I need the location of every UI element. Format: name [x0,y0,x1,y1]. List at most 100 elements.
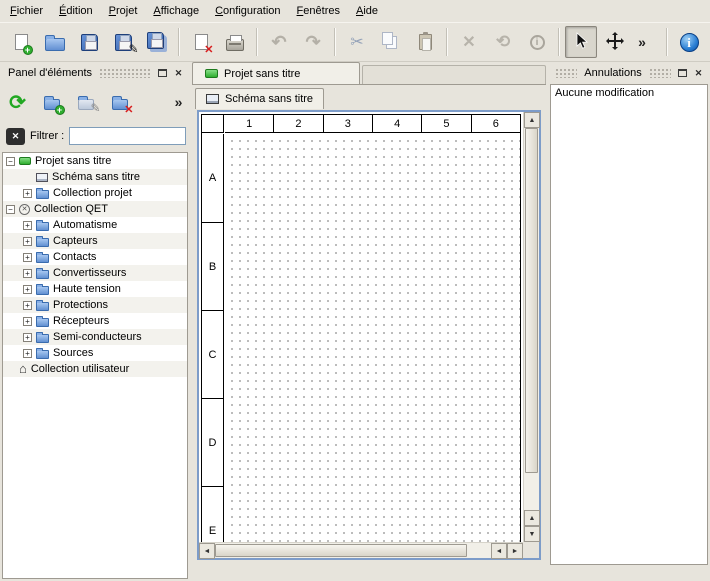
folder-icon [36,286,49,295]
save-button[interactable] [73,26,105,58]
print-icon [226,39,244,51]
scroll-left-button[interactable] [491,543,507,559]
tree-item-capteurs[interactable]: Capteurs [3,233,187,249]
horizontal-scroll-thumb[interactable] [215,544,467,557]
expander-icon[interactable] [23,253,32,262]
workspace: Projet sans titre Schéma sans titre 1 2 [192,62,546,581]
menu-configuration[interactable]: Configuration [207,1,288,21]
delete-element-button[interactable] [104,87,135,118]
pan-mode-button[interactable] [599,26,631,58]
dot-grid[interactable] [225,134,520,542]
menu-fenetres[interactable]: Fenêtres [289,1,348,21]
cut-button[interactable] [341,26,373,58]
copy-button[interactable] [375,26,407,58]
tree-item-label: Collection projet [53,187,132,199]
open-file-button[interactable] [39,26,71,58]
tree-item-recepteurs[interactable]: Récepteurs [3,313,187,329]
rotate-button[interactable] [487,26,519,58]
tree-item-label: Haute tension [53,283,121,295]
tree-item-sources[interactable]: Sources [3,345,187,361]
element-info-button[interactable] [521,26,553,58]
vertical-scroll-thumb[interactable] [525,128,538,473]
tab-schema-sans-titre[interactable]: Schéma sans titre [195,88,324,109]
filter-input[interactable] [69,127,186,145]
new-file-button[interactable] [5,26,37,58]
float-panel-button[interactable] [155,66,170,80]
diagram-canvas[interactable]: 1 2 3 4 5 6 A B C D E [199,112,523,542]
tree-item-automatisme[interactable]: Automatisme [3,217,187,233]
tree-item-haute-tension[interactable]: Haute tension [3,281,187,297]
tree-item-collection-projet[interactable]: Collection projet [3,185,187,201]
expander-icon[interactable] [23,349,32,358]
expander-icon[interactable] [23,221,32,230]
expander-icon[interactable] [23,269,32,278]
scroll-right-button[interactable] [507,543,523,559]
expander-icon[interactable] [23,317,32,326]
vertical-scrollbar[interactable] [523,112,539,542]
tree-item-label: Projet sans titre [35,155,111,167]
scroll-up-button[interactable] [524,510,540,526]
clear-filter-button[interactable] [6,128,25,145]
save-as-button[interactable] [107,26,139,58]
new-element-button[interactable] [36,87,67,118]
redo-button[interactable] [297,26,329,58]
paste-button[interactable] [409,26,441,58]
delete-button[interactable] [453,26,485,58]
horizontal-scrollbar[interactable] [199,542,523,558]
float-panel-button[interactable] [675,66,690,80]
menu-fichier[interactable]: Fichier [2,1,51,21]
scroll-left-button[interactable] [199,543,215,559]
save-all-button[interactable] [141,26,173,58]
tab-projet-sans-titre[interactable]: Projet sans titre [192,62,360,84]
expander-icon[interactable] [23,189,32,198]
expander-icon[interactable] [6,205,15,214]
tree-item-schema-sans-titre[interactable]: Schéma sans titre [3,169,187,185]
menu-edition[interactable]: Édition [51,1,101,21]
expander-icon[interactable] [6,157,15,166]
menu-projet[interactable]: Projet [101,1,146,21]
toolbar-separator [256,28,258,56]
project-icon [205,69,218,78]
close-panel-button[interactable] [171,66,186,80]
about-qet-button[interactable] [673,26,705,58]
tree-item-collection-utilisateur[interactable]: Collection utilisateur [3,361,187,377]
reload-collections-button[interactable] [2,87,33,118]
toolbar-overflow-button[interactable] [633,26,651,58]
select-mode-button[interactable] [565,26,597,58]
filter-bar: Filtrer : [2,124,188,148]
edit-element-button[interactable] [70,87,101,118]
tree-item-collection-qet[interactable]: Collection QET [3,201,187,217]
menu-affichage[interactable]: Affichage [145,1,207,21]
column-header: 2 [273,115,322,132]
expander-icon[interactable] [23,301,32,310]
menu-aide[interactable]: Aide [348,1,386,21]
mdi-area: Schéma sans titre 1 2 3 4 5 6 [192,85,546,581]
expander-icon[interactable] [23,285,32,294]
undo-button[interactable] [263,26,295,58]
tree-item-projet-sans-titre[interactable]: Projet sans titre [3,153,187,169]
folder-icon [36,222,49,231]
expander-spacer [23,173,32,182]
scroll-up-button[interactable] [524,112,540,128]
tree-item-label: Schéma sans titre [52,171,140,183]
expander-icon[interactable] [23,333,32,342]
scroll-down-button[interactable] [524,526,540,542]
new-element-icon [44,95,60,110]
close-file-button[interactable] [185,26,217,58]
undo-panel-title: Annulations [580,67,646,79]
undo-panel-titlebar[interactable]: Annulations [550,64,708,82]
column-header: 5 [421,115,470,132]
diagram-icon [206,94,219,104]
tree-item-semi-conducteurs[interactable]: Semi-conducteurs [3,329,187,345]
print-button[interactable] [219,26,251,58]
close-panel-button[interactable] [691,66,706,80]
tree-item-protections[interactable]: Protections [3,297,187,313]
tree-item-convertisseurs[interactable]: Convertisseurs [3,265,187,281]
titlebar-grip [99,68,151,78]
panel-toolbar-overflow-button[interactable] [171,94,186,110]
undo-list-item[interactable]: Aucune modification [551,85,707,101]
tree-item-contacts[interactable]: Contacts [3,249,187,265]
elements-panel-titlebar[interactable]: Panel d'éléments [2,64,188,82]
expander-icon[interactable] [23,237,32,246]
main-toolbar [0,22,710,62]
